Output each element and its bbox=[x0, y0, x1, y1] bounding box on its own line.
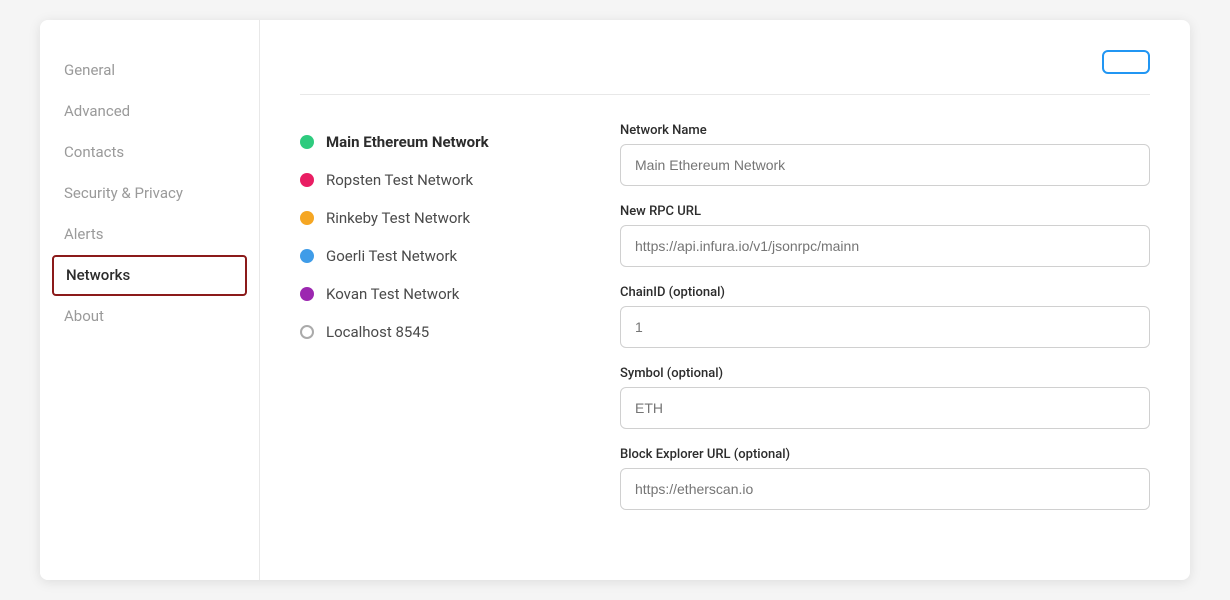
form-label-new-rpc-url: New RPC URL bbox=[620, 204, 1150, 219]
form-input-chain-id[interactable] bbox=[620, 306, 1150, 348]
network-dot bbox=[300, 135, 314, 149]
form-input-symbol[interactable] bbox=[620, 387, 1150, 429]
settings-container: GeneralAdvancedContactsSecurity & Privac… bbox=[40, 20, 1190, 580]
form-input-block-explorer-url[interactable] bbox=[620, 468, 1150, 510]
form-label-network-name: Network Name bbox=[620, 123, 1150, 138]
network-dot bbox=[300, 287, 314, 301]
network-label: Goerli Test Network bbox=[326, 247, 457, 265]
network-dot bbox=[300, 173, 314, 187]
network-item-rinkeby[interactable]: Rinkeby Test Network bbox=[300, 199, 580, 237]
network-item-main-ethereum[interactable]: Main Ethereum Network bbox=[300, 123, 580, 161]
network-label: Localhost 8545 bbox=[326, 323, 429, 341]
networks-list: Main Ethereum Network Ropsten Test Networ… bbox=[300, 123, 580, 528]
form-label-block-explorer-url: Block Explorer URL (optional) bbox=[620, 447, 1150, 462]
main-content: Main Ethereum Network Ropsten Test Networ… bbox=[260, 20, 1190, 580]
sidebar-item-contacts[interactable]: Contacts bbox=[40, 132, 259, 173]
form-group-new-rpc-url: New RPC URL bbox=[620, 204, 1150, 267]
sidebar-item-alerts[interactable]: Alerts bbox=[40, 214, 259, 255]
network-label: Rinkeby Test Network bbox=[326, 209, 470, 227]
network-label: Main Ethereum Network bbox=[326, 133, 489, 151]
network-item-goerli[interactable]: Goerli Test Network bbox=[300, 237, 580, 275]
form-input-new-rpc-url[interactable] bbox=[620, 225, 1150, 267]
content-area: Main Ethereum Network Ropsten Test Networ… bbox=[300, 123, 1150, 528]
network-label: Kovan Test Network bbox=[326, 285, 459, 303]
network-dot-empty bbox=[300, 325, 314, 339]
header-row bbox=[300, 50, 1150, 74]
form-group-block-explorer-url: Block Explorer URL (optional) bbox=[620, 447, 1150, 510]
network-dot bbox=[300, 211, 314, 225]
add-network-button[interactable] bbox=[1102, 50, 1150, 74]
form-group-network-name: Network Name bbox=[620, 123, 1150, 186]
form-input-network-name[interactable] bbox=[620, 144, 1150, 186]
form-label-symbol: Symbol (optional) bbox=[620, 366, 1150, 381]
network-item-localhost[interactable]: Localhost 8545 bbox=[300, 313, 580, 351]
network-dot bbox=[300, 249, 314, 263]
sidebar-item-advanced[interactable]: Advanced bbox=[40, 91, 259, 132]
sidebar-item-security-privacy[interactable]: Security & Privacy bbox=[40, 173, 259, 214]
network-item-kovan[interactable]: Kovan Test Network bbox=[300, 275, 580, 313]
sidebar-item-about[interactable]: About bbox=[40, 296, 259, 337]
form-group-chain-id: ChainID (optional) bbox=[620, 285, 1150, 348]
form-area: Network Name New RPC URL ChainID (optional… bbox=[620, 123, 1150, 528]
network-item-ropsten[interactable]: Ropsten Test Network bbox=[300, 161, 580, 199]
form-label-chain-id: ChainID (optional) bbox=[620, 285, 1150, 300]
form-group-symbol: Symbol (optional) bbox=[620, 366, 1150, 429]
sidebar-item-general[interactable]: General bbox=[40, 50, 259, 91]
sidebar-item-networks[interactable]: Networks bbox=[52, 255, 247, 296]
sidebar: GeneralAdvancedContactsSecurity & Privac… bbox=[40, 20, 260, 580]
divider bbox=[300, 94, 1150, 95]
network-label: Ropsten Test Network bbox=[326, 171, 473, 189]
